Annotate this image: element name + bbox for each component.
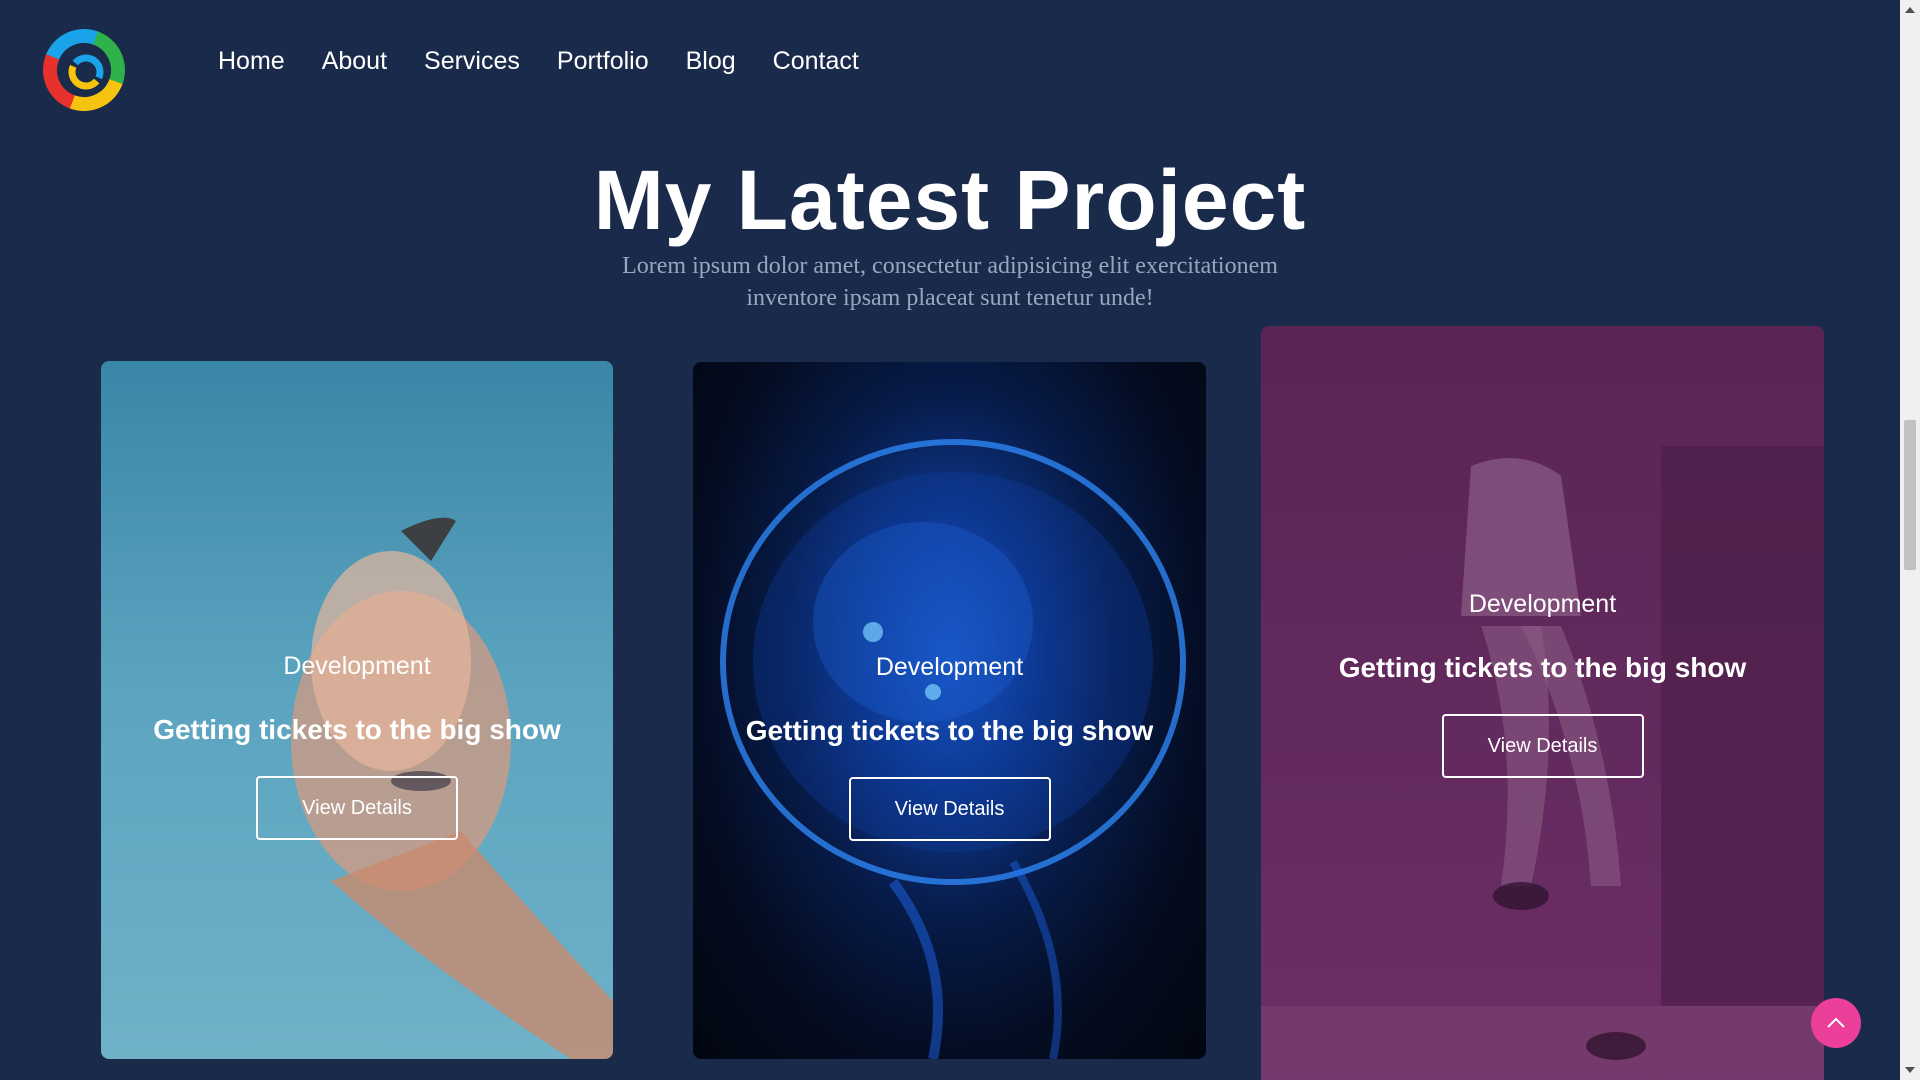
view-details-button[interactable]: View Details [848, 777, 1051, 841]
card-title: Getting tickets to the big show [1338, 652, 1747, 683]
view-details-button[interactable]: View Details [1441, 714, 1644, 778]
project-card-1: Development Getting tickets to the big s… [101, 361, 613, 1059]
page-scrollbar[interactable] [1900, 0, 1920, 1080]
scrollbar-thumb[interactable] [1904, 420, 1916, 570]
section-title: My Latest Project [593, 153, 1307, 247]
nav-item-home[interactable]: Home [218, 47, 285, 76]
scroll-up-arrow-icon[interactable] [1900, 2, 1920, 18]
card-title: Getting tickets to the big show [153, 714, 561, 745]
card-title: Getting tickets to the big show [745, 715, 1154, 746]
nav-item-blog[interactable]: Blog [686, 47, 736, 76]
nav-item-services[interactable]: Services [424, 47, 520, 76]
main-nav: Home About Services Portfolio Blog Conta… [218, 44, 896, 78]
card-category: Development [875, 653, 1024, 681]
chevron-up-icon [1827, 1017, 1845, 1028]
nav-item-portfolio[interactable]: Portfolio [557, 47, 649, 76]
card-category: Development [283, 652, 431, 680]
card-content: Development Getting tickets to the big s… [1261, 586, 1824, 778]
card-content: Development Getting tickets to the big s… [101, 648, 613, 840]
nav-item-contact[interactable]: Contact [773, 47, 859, 76]
scroll-to-top-button[interactable] [1811, 998, 1861, 1048]
page: Home About Services Portfolio Blog Conta… [0, 0, 1920, 1080]
card-category: Development [1468, 590, 1617, 618]
nav-item-about[interactable]: About [322, 47, 387, 76]
brand-logo-icon[interactable] [40, 26, 128, 114]
section-subtitle: Lorem ipsum dolor amet, consectetur adip… [622, 253, 1278, 311]
project-card-3: Development Getting tickets to the big s… [1261, 326, 1824, 1080]
view-details-button[interactable]: View Details [256, 776, 458, 840]
scroll-down-arrow-icon[interactable] [1900, 1062, 1920, 1078]
project-card-2: Development Getting tickets to the big s… [693, 362, 1206, 1059]
card-content: Development Getting tickets to the big s… [693, 649, 1206, 841]
